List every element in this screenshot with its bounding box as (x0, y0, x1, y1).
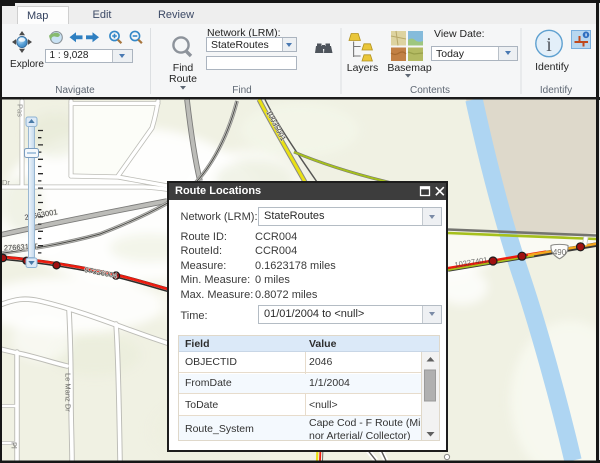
svg-text:490: 490 (553, 248, 567, 257)
svg-text:Le Manz Dr: Le Manz Dr (64, 373, 73, 412)
svg-text:Pas: Pas (16, 104, 25, 117)
svg-text:Pl: Pl (10, 442, 19, 449)
svg-text:Dr: Dr (2, 178, 10, 187)
